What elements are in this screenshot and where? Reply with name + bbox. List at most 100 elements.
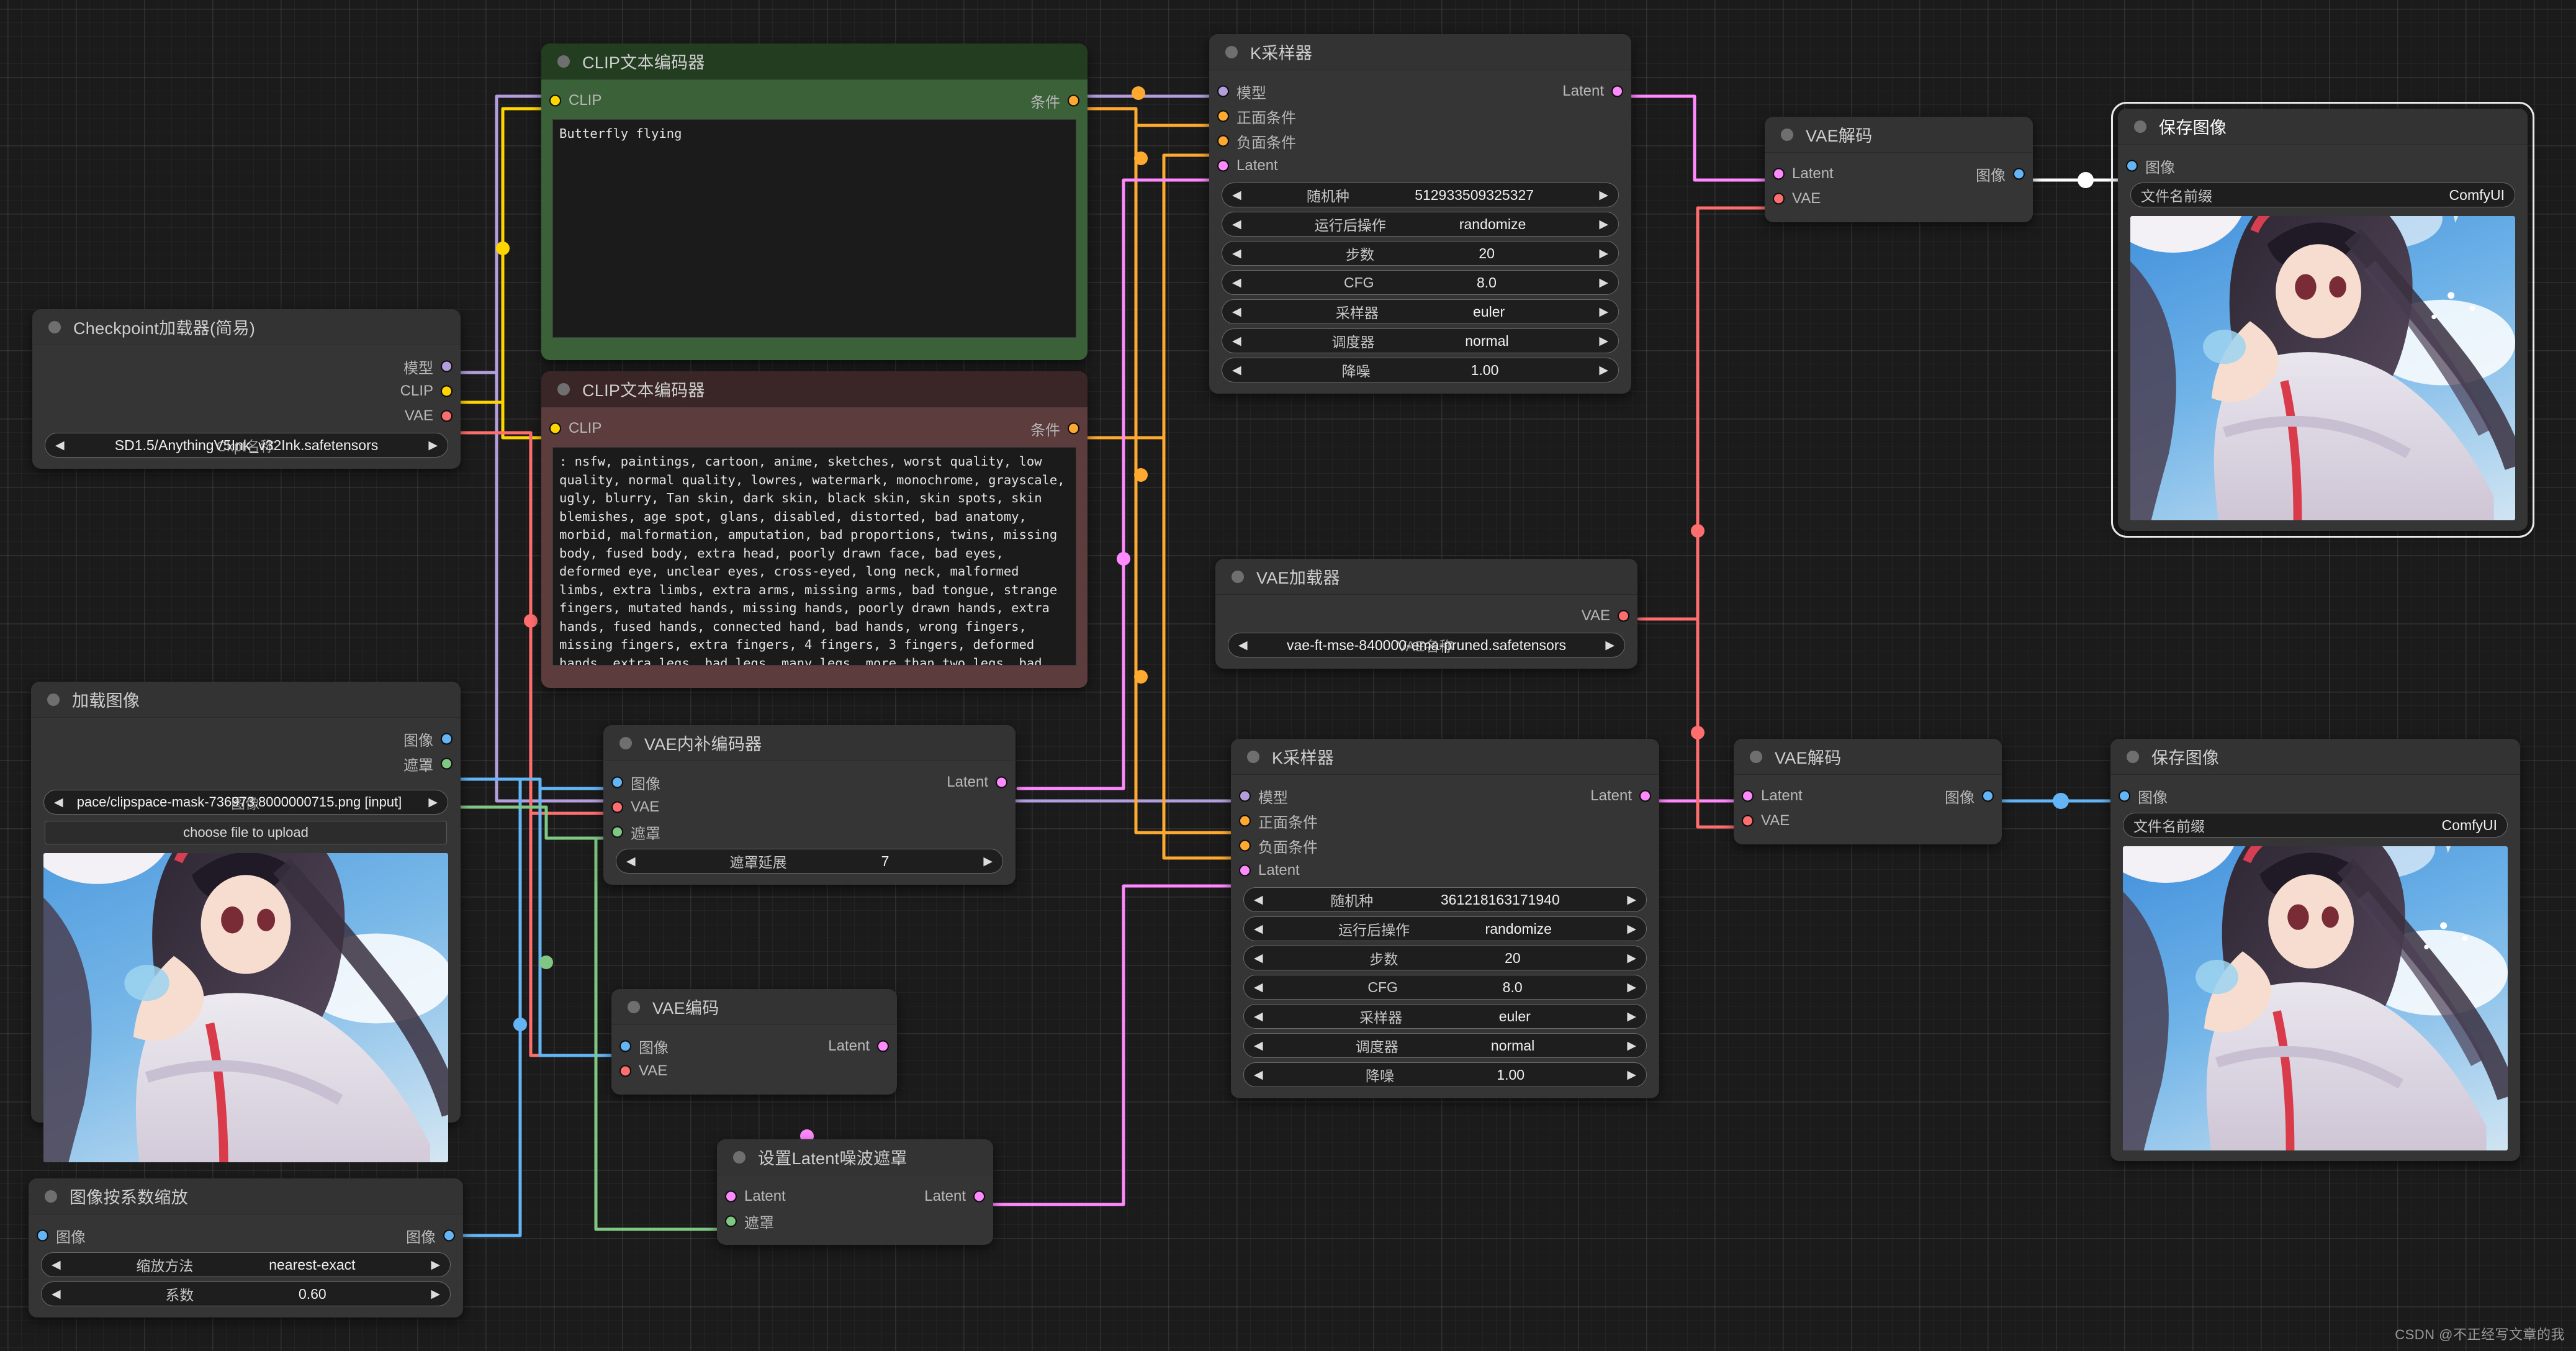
output-slot-vae[interactable]: VAE xyxy=(32,404,461,428)
port-latent-out[interactable] xyxy=(996,776,1007,788)
port-positive-in[interactable] xyxy=(1217,110,1229,122)
input-slot-latent[interactable]: Latent xyxy=(1231,858,1659,883)
chevron-left-icon[interactable]: ◀ xyxy=(1254,1069,1263,1081)
port-vae-out[interactable] xyxy=(1618,610,1629,622)
node-save-image-bottom[interactable]: 保存图像 图像 文件名前缀 ComfyUI xyxy=(2110,739,2520,1161)
chevron-right-icon[interactable]: ▶ xyxy=(1599,306,1608,318)
widget-scheduler[interactable]: ◀ 调度器 normal ▶ xyxy=(1243,1033,1647,1058)
node-title-bar[interactable]: 图像按系数缩放 xyxy=(29,1178,463,1214)
collapse-dot-icon[interactable] xyxy=(733,1150,745,1163)
port-latent-out[interactable] xyxy=(1639,790,1651,802)
chevron-left-icon[interactable]: ◀ xyxy=(1254,923,1263,935)
chevron-right-icon[interactable]: ▶ xyxy=(1627,1069,1636,1081)
port-image-out[interactable] xyxy=(1982,790,1994,802)
widget-steps[interactable]: ◀ 步数 20 ▶ xyxy=(1243,946,1647,970)
collapse-dot-icon[interactable] xyxy=(557,55,570,68)
port-image-in[interactable] xyxy=(611,776,623,788)
port-latent-out[interactable] xyxy=(877,1040,889,1052)
chevron-left-icon[interactable]: ◀ xyxy=(1232,364,1241,376)
chevron-right-icon[interactable]: ▶ xyxy=(1627,1011,1636,1023)
node-clip-text-encode-negative[interactable]: CLIP文本编码器 CLIP 条件 : nsfw, paintings, car… xyxy=(541,371,1088,688)
upload-file-button[interactable]: choose file to upload xyxy=(45,821,447,844)
node-title-bar[interactable]: VAE加载器 xyxy=(1215,559,1637,595)
collapse-dot-icon[interactable] xyxy=(1247,750,1259,763)
widget-upscale-method[interactable]: ◀ 缩放方法 nearest-exact ▶ xyxy=(41,1252,451,1277)
chevron-right-icon[interactable]: ▶ xyxy=(1605,639,1615,651)
input-slot-vae[interactable]: VAE xyxy=(1765,186,2033,211)
chevron-right-icon[interactable]: ▶ xyxy=(1627,982,1636,993)
widget-seed[interactable]: ◀ 随机种 361218163171940 ▶ xyxy=(1243,887,1647,912)
node-title-bar[interactable]: CLIP文本编码器 xyxy=(541,43,1088,79)
widget-filename-prefix[interactable]: 文件名前缀 ComfyUI xyxy=(2123,813,2508,838)
input-slot-vae[interactable]: VAE xyxy=(611,1059,897,1083)
prompt-textarea-negative[interactable]: : nsfw, paintings, cartoon, anime, sketc… xyxy=(552,447,1076,666)
port-model-in[interactable] xyxy=(1217,85,1229,97)
widget-denoise[interactable]: ◀ 降噪 1.00 ▶ xyxy=(1222,358,1619,382)
chevron-right-icon[interactable]: ▶ xyxy=(1599,335,1608,347)
port-mask-out[interactable] xyxy=(441,757,453,770)
chevron-left-icon[interactable]: ◀ xyxy=(1232,335,1241,347)
input-slot-vae[interactable]: VAE xyxy=(603,795,1016,820)
collapse-dot-icon[interactable] xyxy=(2127,750,2139,763)
chevron-left-icon[interactable]: ◀ xyxy=(1238,639,1248,651)
port-latent-in[interactable] xyxy=(1217,160,1229,172)
chevron-right-icon[interactable]: ▶ xyxy=(1627,1040,1636,1052)
input-slot-positive[interactable]: 正面条件 xyxy=(1209,104,1631,129)
collapse-dot-icon[interactable] xyxy=(557,382,570,395)
output-slot-mask[interactable]: 遮罩 xyxy=(31,751,461,776)
chevron-right-icon[interactable]: ▶ xyxy=(431,1288,440,1300)
chevron-left-icon[interactable]: ◀ xyxy=(52,1259,61,1271)
widget-sampler-name[interactable]: ◀ 采样器 euler ▶ xyxy=(1222,299,1619,324)
output-slot-model[interactable]: 模型 xyxy=(32,354,461,379)
node-title-bar[interactable]: Checkpoint加载器(简易) xyxy=(32,309,461,345)
port-model-out[interactable] xyxy=(441,360,453,373)
node-title-bar[interactable]: VAE解码 xyxy=(1765,117,2033,153)
port-image-in[interactable] xyxy=(37,1229,48,1242)
chevron-right-icon[interactable]: ▶ xyxy=(428,797,438,808)
node-image-scale-by[interactable]: 图像按系数缩放 图像 图像 ◀ 缩放方法 nearest-exact ▶ ◀ 系… xyxy=(29,1178,463,1317)
port-latent-in[interactable] xyxy=(1742,790,1754,802)
node-ksampler-top[interactable]: K采样器 模型 Latent 正面条件 负面条件 Latent ◀ 随机种 51… xyxy=(1209,34,1631,394)
output-slot-vae[interactable]: VAE xyxy=(1215,603,1637,628)
port-image-in[interactable] xyxy=(619,1040,631,1052)
node-vae-decode-bottom[interactable]: VAE解码 Latent 图像 VAE xyxy=(1734,739,2002,844)
node-title-bar[interactable]: 保存图像 xyxy=(2118,109,2528,145)
port-image-out[interactable] xyxy=(2013,168,2025,180)
widget-denoise[interactable]: ◀ 降噪 1.00 ▶ xyxy=(1243,1062,1647,1087)
port-negative-in[interactable] xyxy=(1217,135,1229,147)
port-latent-out[interactable] xyxy=(1611,85,1623,97)
chevron-right-icon[interactable]: ▶ xyxy=(1627,952,1636,964)
chevron-left-icon[interactable]: ◀ xyxy=(1254,1011,1263,1023)
chevron-left-icon[interactable]: ◀ xyxy=(1232,277,1241,289)
port-latent-in[interactable] xyxy=(1239,864,1251,877)
port-latent-out[interactable] xyxy=(973,1190,985,1203)
input-slot-image[interactable]: 图像 xyxy=(2118,153,2528,178)
collapse-dot-icon[interactable] xyxy=(47,693,60,706)
chevron-left-icon[interactable]: ◀ xyxy=(1232,219,1241,230)
widget-seed[interactable]: ◀ 随机种 512933509325327 ▶ xyxy=(1222,183,1619,207)
collapse-dot-icon[interactable] xyxy=(2134,120,2146,133)
widget-cfg[interactable]: ◀ CFG 8.0 ▶ xyxy=(1243,975,1647,1000)
port-positive-in[interactable] xyxy=(1239,815,1251,827)
port-clip-out[interactable] xyxy=(441,385,453,397)
port-latent-in[interactable] xyxy=(725,1190,737,1203)
node-vae-encode[interactable]: VAE编码 图像 Latent VAE xyxy=(611,989,897,1095)
port-clip-in[interactable] xyxy=(549,94,561,107)
output-slot-clip[interactable]: CLIP xyxy=(32,379,461,404)
widget-cfg[interactable]: ◀ CFG 8.0 ▶ xyxy=(1222,270,1619,295)
chevron-right-icon[interactable]: ▶ xyxy=(1599,277,1608,289)
chevron-left-icon[interactable]: ◀ xyxy=(55,440,65,451)
node-ksampler-bottom[interactable]: K采样器 模型 Latent 正面条件 负面条件 Latent ◀ 随机种 36… xyxy=(1231,739,1659,1098)
chevron-right-icon[interactable]: ▶ xyxy=(428,440,438,451)
node-vae-loader[interactable]: VAE加载器 VAE ◀ VAE名称 vae-ft-mse-840000-ema… xyxy=(1215,559,1637,669)
chevron-left-icon[interactable]: ◀ xyxy=(1232,306,1241,318)
widget-scale-by[interactable]: ◀ 系数 0.60 ▶ xyxy=(41,1281,451,1306)
port-negative-in[interactable] xyxy=(1239,839,1251,852)
node-title-bar[interactable]: 保存图像 xyxy=(2110,739,2520,775)
chevron-left-icon[interactable]: ◀ xyxy=(1254,982,1263,993)
node-title-bar[interactable]: CLIP文本编码器 xyxy=(541,371,1088,407)
node-load-image[interactable]: 加载图像 图像 遮罩 ◀ 图像 pace/clipspace-mask-7369… xyxy=(31,682,461,1162)
collapse-dot-icon[interactable] xyxy=(48,320,61,333)
port-image-out[interactable] xyxy=(441,733,453,745)
port-latent-in[interactable] xyxy=(1773,168,1785,180)
